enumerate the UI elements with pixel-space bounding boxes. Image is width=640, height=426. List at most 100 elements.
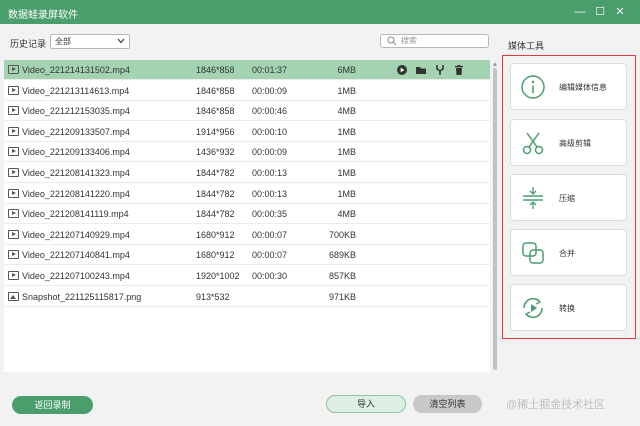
video-file-icon xyxy=(8,209,19,219)
filter-select-value: 全部 xyxy=(55,37,71,46)
video-file-icon xyxy=(8,250,19,260)
clear-list-button[interactable]: 清空列表 xyxy=(413,395,482,413)
video-file-icon xyxy=(8,85,19,95)
file-row[interactable]: Video_221207100243.mp4 1920*1002 00:00:30 8… xyxy=(4,266,490,286)
file-name: Video_221207140929.mp4 xyxy=(22,229,130,240)
file-resolution: 1914*956 xyxy=(196,126,235,137)
file-resolution: 1680*912 xyxy=(196,250,235,261)
file-size: 4MB xyxy=(337,106,356,117)
file-duration: 00:00:13 xyxy=(252,188,288,199)
close-button[interactable]: ✕ xyxy=(612,4,628,20)
file-name: Video_221208141220.mp4 xyxy=(22,188,130,199)
file-resolution: 913*532 xyxy=(196,291,230,302)
file-row[interactable]: Video_221208141119.mp4 1844*782 00:00:35 4M… xyxy=(4,204,490,225)
file-name: Video_221207100243.mp4 xyxy=(22,271,130,281)
file-size: 700KB xyxy=(328,229,356,240)
file-name: Snapshot_221125115817.png xyxy=(22,291,142,302)
file-duration: 00:00:09 xyxy=(252,85,288,96)
file-size: 1MB xyxy=(337,168,356,178)
file-size: 1MB xyxy=(337,85,356,96)
edit-icon[interactable] xyxy=(434,64,446,76)
tool-convert[interactable]: 转换 xyxy=(510,284,627,331)
compress-icon xyxy=(523,187,543,209)
file-name: Video_221208141323.mp4 xyxy=(22,168,130,178)
watermark: @稀土掘金技术社区 xyxy=(506,399,606,411)
file-row[interactable]: Snapshot_221125115817.png 913*532 971KB xyxy=(4,287,490,307)
file-resolution: 1680*912 xyxy=(196,229,235,240)
file-size: 971KB xyxy=(328,291,356,302)
file-duration: 00:00:13 xyxy=(252,168,288,178)
file-name: Video_221209133507.mp4 xyxy=(22,126,130,137)
file-duration: 00:00:10 xyxy=(252,126,288,137)
app-title: 数据蛙录屏软件 xyxy=(8,10,78,21)
play-icon[interactable] xyxy=(396,64,408,76)
file-resolution: 1436*932 xyxy=(196,147,235,158)
file-resolution: 1846*858 xyxy=(196,65,235,75)
maximize-button[interactable]: ☐ xyxy=(592,4,608,20)
file-row[interactable]: Video_221209133406.mp4 1436*932 00:00:09 1M… xyxy=(4,142,490,163)
video-file-icon xyxy=(8,126,19,136)
trash-icon[interactable] xyxy=(453,64,465,76)
search-icon xyxy=(387,36,397,46)
import-button[interactable]: 导入 xyxy=(326,395,406,413)
scissors-icon xyxy=(522,132,544,155)
file-size: 1MB xyxy=(337,126,356,137)
video-file-icon xyxy=(8,271,19,280)
file-name: Video_221207140841.mp4 xyxy=(22,250,130,261)
file-name: Video_221214131502.mp4 xyxy=(22,65,130,75)
file-row[interactable]: Video_221212153035.mp4 1846*858 00:00:46 4M… xyxy=(4,101,490,122)
tool-merge[interactable]: 合并 xyxy=(510,229,627,276)
file-size: 4MB xyxy=(337,209,356,220)
file-duration: 00:01:37 xyxy=(252,65,288,75)
video-file-icon xyxy=(8,106,19,116)
scrollbar-thumb[interactable] xyxy=(493,68,497,370)
tool-compress[interactable]: 压缩 xyxy=(510,174,627,221)
file-resolution: 1844*782 xyxy=(196,168,235,178)
image-file-icon xyxy=(8,291,19,301)
file-resolution: 1846*858 xyxy=(196,85,235,96)
tool-label: 高级剪辑 xyxy=(559,139,591,148)
file-row[interactable]: Video_221208141323.mp4 1844*782 00:00:13 1M… xyxy=(4,163,490,183)
folder-icon[interactable] xyxy=(415,64,427,76)
video-file-icon xyxy=(8,65,19,74)
file-row[interactable]: Video_221213114613.mp4 1846*858 00:00:09 1M… xyxy=(4,81,490,101)
history-label: 历史记录 xyxy=(10,39,47,49)
media-tools-title: 媒体工具 xyxy=(508,41,545,51)
file-duration: 00:00:07 xyxy=(252,250,288,261)
media-tools-panel: 编辑媒体信息 高级剪辑 压缩 合并 转换 xyxy=(502,55,636,339)
scroll-up-arrow[interactable] xyxy=(493,62,497,66)
file-list: Video_221214131502.mp4 1846*858 00:01:37 6M… xyxy=(4,60,490,372)
file-size: 1MB xyxy=(337,147,356,158)
tool-advanced-clip[interactable]: 高级剪辑 xyxy=(510,119,627,166)
minimize-button[interactable]: — xyxy=(572,4,588,20)
tool-label: 压缩 xyxy=(559,194,575,203)
chevron-down-icon xyxy=(117,38,125,44)
tool-label: 编辑媒体信息 xyxy=(559,83,607,92)
video-file-icon xyxy=(8,147,19,157)
file-size: 857KB xyxy=(328,271,356,281)
file-duration: 00:00:09 xyxy=(252,147,288,158)
file-duration: 00:00:46 xyxy=(252,106,288,117)
file-resolution: 1846*858 xyxy=(196,106,235,117)
file-row[interactable]: Video_221207140929.mp4 1680*912 00:00:07 70… xyxy=(4,225,490,245)
file-name: Video_221212153035.mp4 xyxy=(22,106,130,117)
info-icon xyxy=(521,75,545,99)
file-resolution: 1844*782 xyxy=(196,188,235,199)
file-name: Video_221213114613.mp4 xyxy=(22,85,130,96)
merge-icon xyxy=(522,242,544,264)
filter-select[interactable]: 全部 xyxy=(50,34,130,49)
file-row[interactable]: Video_221214131502.mp4 1846*858 00:01:37 6M… xyxy=(4,60,490,80)
file-row[interactable]: Video_221207140841.mp4 1680*912 00:00:07 68… xyxy=(4,245,490,266)
search-input[interactable]: 搜索 xyxy=(380,34,489,48)
tool-edit-media-info[interactable]: 编辑媒体信息 xyxy=(510,63,627,110)
video-file-icon xyxy=(8,168,19,177)
file-row[interactable]: Video_221209133507.mp4 1914*956 00:00:10 1M… xyxy=(4,122,490,142)
file-size: 1MB xyxy=(337,188,356,199)
back-to-record-button[interactable]: 返回录制 xyxy=(12,396,93,414)
tool-label: 合并 xyxy=(559,249,575,258)
search-placeholder: 搜索 xyxy=(401,36,417,45)
tool-label: 转换 xyxy=(559,304,575,313)
convert-icon xyxy=(523,297,543,319)
file-resolution: 1844*782 xyxy=(196,209,235,220)
file-row[interactable]: Video_221208141220.mp4 1844*782 00:00:13 1M… xyxy=(4,184,490,204)
